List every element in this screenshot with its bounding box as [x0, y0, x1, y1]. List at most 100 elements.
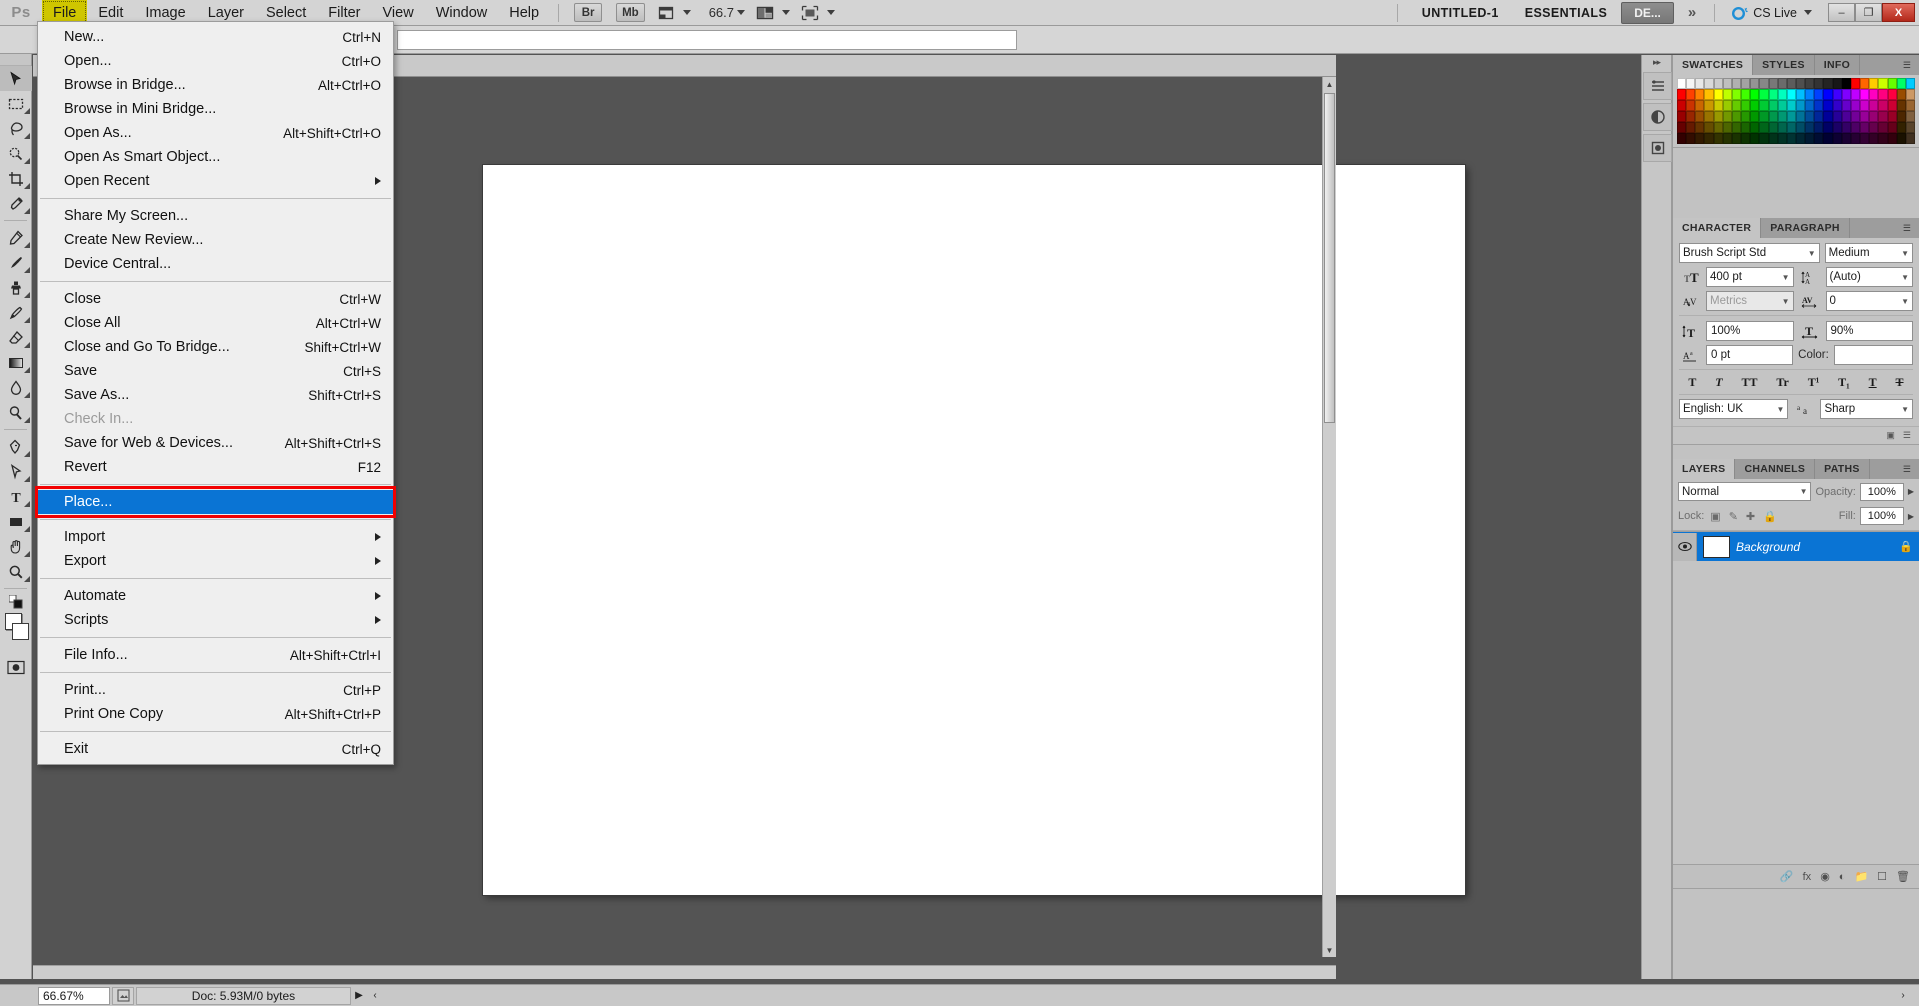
swatch-7[interactable] [1741, 78, 1751, 89]
menu-item-close[interactable]: Close Ctrl+W [38, 287, 393, 311]
faux-italic-button[interactable]: T [1713, 375, 1724, 390]
swatch-0[interactable] [1677, 78, 1687, 89]
font-family-chevron-down-icon[interactable]: ▼ [1804, 249, 1816, 258]
menu-item-save-for-web-devices[interactable]: Save for Web & Devices... Alt+Shift+Ctrl+… [38, 431, 393, 455]
swatch-65[interactable] [1795, 100, 1806, 111]
status-preview-icon[interactable] [112, 986, 134, 1005]
menu-item-share-my-screen[interactable]: Share My Screen... [38, 204, 393, 228]
kerning-chevron-down-icon[interactable]: ▼ [1778, 297, 1790, 306]
swatch-47[interactable] [1869, 89, 1879, 100]
swatch-103[interactable] [1905, 111, 1915, 122]
tracking-chevron-down-icon[interactable]: ▼ [1897, 297, 1909, 306]
menu-item-close-and-go-to-bridge[interactable]: Close and Go To Bridge... Shift+Ctrl+W [38, 335, 393, 359]
add-layer-mask-icon[interactable]: ◉ [1820, 870, 1830, 883]
swatch-43[interactable] [1832, 89, 1842, 100]
menu-item-browse-in-mini-bridge[interactable]: Browse in Mini Bridge... [38, 97, 393, 121]
hand-tool[interactable] [0, 534, 32, 559]
swatch-49[interactable] [1887, 89, 1897, 100]
swatch-142[interactable] [1786, 133, 1796, 144]
swatch-38[interactable] [1786, 89, 1796, 100]
antialias-chevron-down-icon[interactable]: ▼ [1897, 405, 1909, 414]
swatch-148[interactable] [1841, 133, 1851, 144]
arrange-documents-icon[interactable] [754, 3, 776, 23]
swatch-119[interactable] [1814, 122, 1824, 133]
swatch-114[interactable] [1768, 122, 1778, 133]
swatch-104[interactable] [1677, 122, 1687, 133]
character-panel-menu-icon[interactable]: ☰ [1899, 223, 1915, 234]
swatch-107[interactable] [1704, 122, 1714, 133]
swatch-121[interactable] [1832, 122, 1842, 133]
swatch-64[interactable] [1786, 100, 1796, 111]
menu-item-print[interactable]: Print... Ctrl+P [38, 678, 393, 702]
gradient-tool[interactable] [0, 350, 32, 375]
swatch-53[interactable] [1686, 100, 1696, 111]
blur-tool[interactable] [0, 375, 32, 400]
swatch-37[interactable] [1777, 89, 1787, 100]
swatch-11[interactable] [1777, 78, 1787, 89]
fill-input[interactable]: 100% [1859, 507, 1904, 525]
swatch-81[interactable] [1704, 111, 1714, 122]
menu-item-export[interactable]: Export [38, 549, 393, 573]
swatch-8[interactable] [1750, 78, 1760, 89]
swatch-69[interactable] [1832, 100, 1842, 111]
swatch-29[interactable] [1704, 89, 1714, 100]
swatch-46[interactable] [1860, 89, 1870, 100]
swatch-10[interactable] [1768, 78, 1778, 89]
swatch-112[interactable] [1750, 122, 1760, 133]
leading-input[interactable]: (Auto) ▼ [1825, 267, 1913, 287]
swatch-138[interactable] [1750, 133, 1760, 144]
menu-item-save-as[interactable]: Save As... Shift+Ctrl+S [38, 383, 393, 407]
swatch-6[interactable] [1731, 78, 1742, 89]
tab-paragraph[interactable]: PARAGRAPH [1761, 218, 1850, 238]
swatch-105[interactable] [1686, 122, 1696, 133]
swatch-92[interactable] [1805, 111, 1815, 122]
swatch-16[interactable] [1823, 78, 1833, 89]
menu-help[interactable]: Help [498, 0, 550, 26]
strikethrough-button[interactable]: T [1894, 375, 1906, 390]
swatch-27[interactable] [1686, 89, 1696, 100]
swatch-101[interactable] [1887, 111, 1897, 122]
swatch-41[interactable] [1814, 89, 1824, 100]
new-group-icon[interactable]: 📁 [1854, 870, 1868, 883]
delete-layer-icon[interactable]: 🗑 [1896, 870, 1910, 883]
blend-mode-select[interactable]: Normal ▼ [1678, 482, 1812, 501]
swatch-73[interactable] [1869, 100, 1879, 111]
swatch-124[interactable] [1860, 122, 1870, 133]
character-panel-footer-icon-2[interactable]: ☰ [1903, 430, 1911, 441]
swatch-154[interactable] [1896, 133, 1906, 144]
tab-channels[interactable]: CHANNELS [1735, 459, 1816, 479]
swatch-50[interactable] [1896, 89, 1906, 100]
status-zoom-input[interactable]: 66.67% [38, 986, 110, 1005]
character-panel-footer-icon-1[interactable]: ▣ [1886, 430, 1895, 441]
swatch-30[interactable] [1713, 89, 1723, 100]
color-swatches[interactable] [0, 613, 31, 647]
swatch-57[interactable] [1722, 100, 1732, 111]
move-tool[interactable] [0, 66, 32, 91]
menu-item-open-as[interactable]: Open As... Alt+Shift+Ctrl+O [38, 121, 393, 145]
tracking-input[interactable]: 0 ▼ [1825, 291, 1913, 311]
layer-row-background[interactable]: Background 🔒 [1673, 531, 1919, 561]
rectangle-shape-tool[interactable] [0, 509, 32, 534]
swatch-122[interactable] [1841, 122, 1851, 133]
swatch-5[interactable] [1722, 78, 1732, 89]
swatch-90[interactable] [1786, 111, 1796, 122]
swatch-62[interactable] [1768, 100, 1778, 111]
view-extras-icon[interactable] [655, 3, 677, 23]
swatch-61[interactable] [1759, 100, 1769, 111]
swatch-89[interactable] [1777, 111, 1787, 122]
swatch-2[interactable] [1695, 78, 1705, 89]
new-layer-icon[interactable]: ☐ [1877, 870, 1887, 883]
font-style-chevron-down-icon[interactable]: ▼ [1897, 249, 1909, 258]
swatch-15[interactable] [1814, 78, 1824, 89]
launch-bridge-button[interactable]: Br [574, 3, 603, 22]
window-close-button[interactable]: X [1882, 3, 1915, 22]
menu-item-close-all[interactable]: Close All Alt+Ctrl+W [38, 311, 393, 335]
swatch-91[interactable] [1795, 111, 1806, 122]
swatch-44[interactable] [1841, 89, 1851, 100]
swatch-4[interactable] [1713, 78, 1723, 89]
swatches-panel-menu-icon[interactable]: ☰ [1899, 60, 1915, 71]
swatch-14[interactable] [1805, 78, 1815, 89]
swatch-67[interactable] [1814, 100, 1824, 111]
font-family-select[interactable]: Brush Script Std ▼ [1679, 243, 1820, 263]
arrange-documents-caret[interactable] [782, 10, 791, 15]
